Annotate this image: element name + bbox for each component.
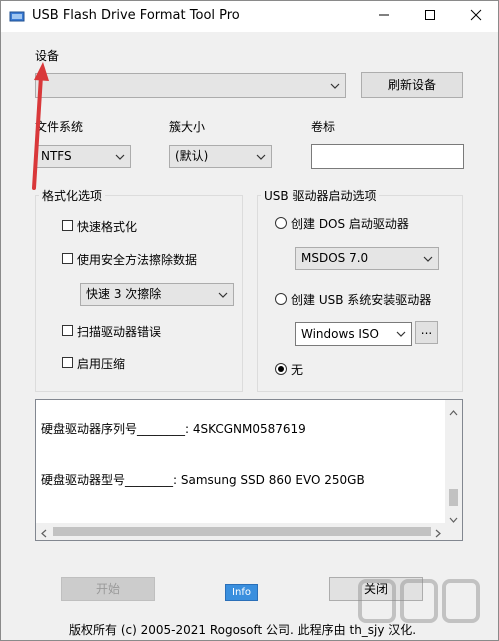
info-button[interactable]: Info [225, 584, 258, 601]
filesystem-selected-value: NTFS [41, 149, 72, 163]
no-boot-label: 无 [291, 363, 304, 377]
chevron-down-icon [394, 323, 408, 345]
chevron-down-icon [216, 284, 230, 305]
no-boot-radio[interactable] [275, 363, 287, 375]
dos-boot-radio[interactable] [275, 217, 287, 229]
chevron-down-icon [254, 146, 268, 167]
usb-install-radio[interactable] [275, 293, 287, 305]
vertical-scroll-thumb[interactable] [449, 489, 458, 506]
app-window: USB Flash Drive Format Tool Pro 设备 刷新设备 … [0, 0, 499, 641]
quick-format-label: 快速格式化 [77, 220, 138, 234]
window-title: USB Flash Drive Format Tool Pro [32, 8, 240, 23]
device-label: 设备 [35, 49, 60, 63]
device-select[interactable] [35, 73, 346, 98]
usb-install-label: 创建 USB 系统安装驱动器 [291, 293, 432, 307]
maximize-button[interactable] [407, 1, 452, 32]
filesystem-label: 文件系统 [35, 120, 84, 134]
erase-passes-select[interactable]: 快速 3 次擦除 [80, 283, 234, 306]
erase-passes-selected-value: 快速 3 次擦除 [86, 287, 162, 301]
start-button[interactable]: 开始 [61, 577, 155, 601]
close-window-button[interactable] [453, 1, 498, 32]
close-icon [470, 9, 482, 24]
chevron-left-icon[interactable] [41, 527, 47, 540]
format-options-title: 格式化选项 [39, 187, 106, 204]
watermark-logo [356, 573, 486, 633]
title-bar[interactable]: USB Flash Drive Format Tool Pro [1, 1, 498, 32]
vertical-scrollbar[interactable] [445, 400, 462, 523]
filesystem-select[interactable]: NTFS [35, 145, 131, 168]
scroll-corner [445, 523, 462, 540]
minimize-icon [378, 9, 390, 24]
horizontal-scrollbar[interactable] [36, 523, 445, 540]
volume-label-input[interactable] [311, 144, 464, 169]
serial-number-line: 硬盘驱动器序列号________: 4SKCGNM0587619 [41, 422, 306, 436]
chevron-up-icon[interactable] [449, 405, 458, 419]
model-line: 硬盘驱动器型号________: Samsung SSD 860 EVO 250… [41, 473, 365, 487]
secure-erase-checkbox[interactable] [62, 253, 73, 264]
chevron-right-icon[interactable] [435, 527, 441, 540]
chevron-down-icon [113, 146, 127, 167]
dos-boot-label: 创建 DOS 启动驱动器 [291, 217, 409, 231]
scan-errors-checkbox[interactable] [62, 325, 73, 336]
compression-label: 启用压缩 [77, 357, 126, 371]
scan-errors-label: 扫描驱动器错误 [77, 325, 162, 339]
boot-options-title: USB 驱动器启动选项 [261, 187, 380, 204]
quick-format-checkbox[interactable] [62, 220, 73, 231]
volume-label-label: 卷标 [311, 120, 336, 134]
dos-version-select[interactable]: MSDOS 7.0 [295, 247, 439, 270]
secure-erase-label: 使用安全方法擦除数据 [77, 253, 198, 267]
iso-source-selected-value: Windows ISO [301, 327, 379, 341]
chevron-down-icon [328, 74, 342, 97]
minimize-button[interactable] [361, 1, 406, 32]
chevron-down-icon [421, 248, 435, 269]
browse-iso-button[interactable]: ... [415, 321, 438, 344]
cluster-size-selected-value: (默认) [175, 149, 209, 163]
horizontal-scroll-thumb[interactable] [53, 527, 431, 536]
compression-checkbox[interactable] [62, 357, 73, 368]
usb-app-icon [9, 9, 25, 24]
iso-source-select[interactable]: Windows ISO [295, 322, 412, 346]
cluster-size-select[interactable]: (默认) [169, 145, 272, 168]
maximize-icon [424, 9, 436, 24]
dos-version-selected-value: MSDOS 7.0 [301, 251, 369, 265]
refresh-devices-button[interactable]: 刷新设备 [361, 72, 463, 98]
device-info-box[interactable]: 硬盘驱动器序列号________: 4SKCGNM0587619 硬盘驱动器型号… [35, 399, 463, 541]
cluster-size-label: 簇大小 [169, 120, 206, 134]
